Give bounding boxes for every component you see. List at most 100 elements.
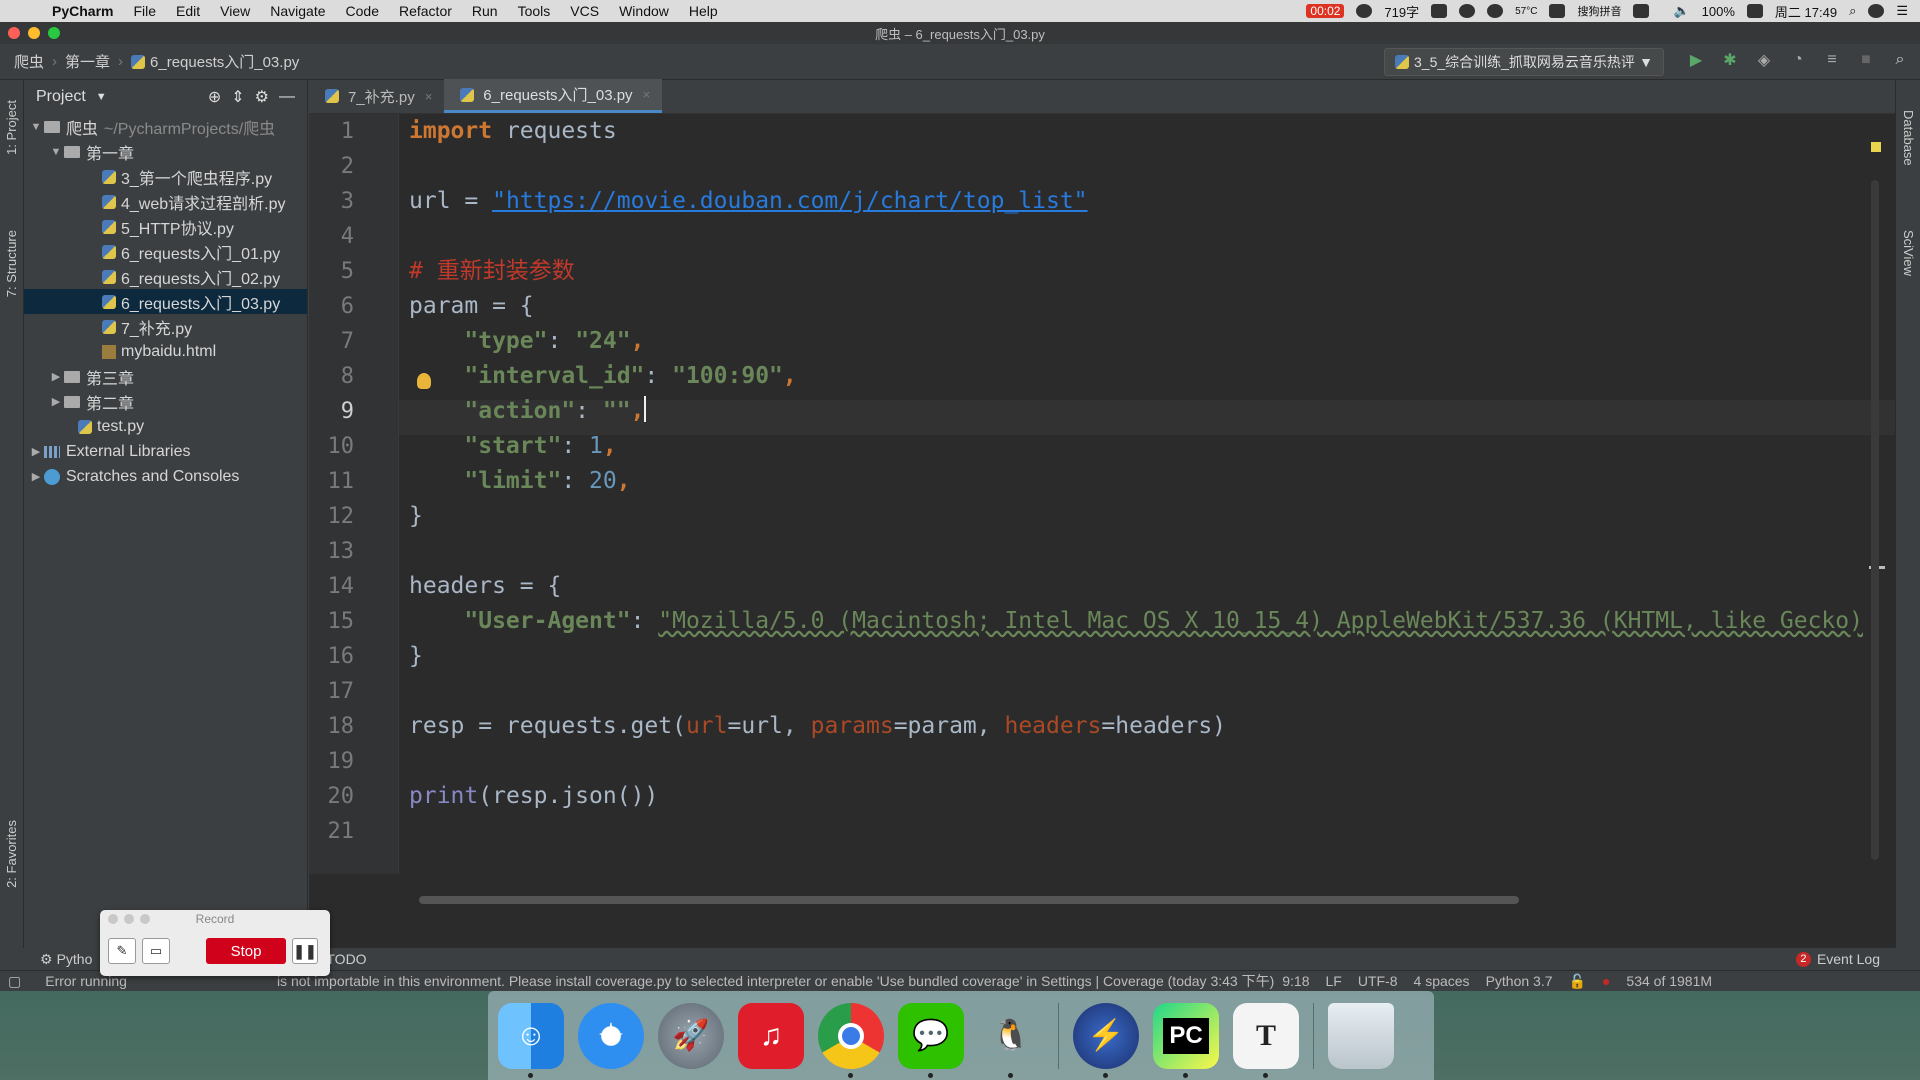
run-configuration-select[interactable]: 3_5_综合训练_抓取网易云音乐热评 ▼ <box>1384 48 1664 76</box>
rectangle-icon[interactable]: ▭ <box>142 938 170 964</box>
tree-file[interactable]: 6_requests入门_02.py <box>24 264 307 289</box>
favorites-tool-tab[interactable]: 2: Favorites <box>4 820 19 888</box>
pen-icon[interactable]: ✎ <box>108 938 136 964</box>
tree-file-selected[interactable]: 6_requests入门_03.py <box>24 289 307 314</box>
coverage-icon[interactable]: ◈ <box>1754 50 1774 70</box>
chrome-icon[interactable] <box>818 1002 884 1078</box>
profile-icon[interactable]: ◔ <box>1788 50 1808 70</box>
wechat-icon[interactable]: 💬 <box>898 1002 964 1078</box>
todo-tab[interactable]: TODO <box>326 951 366 967</box>
vertical-scrollbar[interactable] <box>1871 180 1879 860</box>
input-method[interactable]: 搜狗拼音 <box>1577 3 1621 19</box>
tree-file[interactable]: 4_web请求过程剖析.py <box>24 189 307 214</box>
database-tool-tab[interactable]: Database <box>1901 110 1916 166</box>
clock[interactable]: 周二 17:49 <box>1775 2 1837 21</box>
tree-file[interactable]: mybaidu.html <box>24 339 307 364</box>
grid-icon[interactable] <box>1431 4 1448 18</box>
collapsed-arrow-icon[interactable]: ▶ <box>28 470 44 483</box>
lightning-icon[interactable] <box>1356 4 1373 18</box>
tab-file-6-03[interactable]: 6_requests入门_03.py × <box>444 79 663 113</box>
inspector-icon[interactable]: ● <box>1594 973 1618 989</box>
horizontal-scrollbar[interactable] <box>419 896 1519 904</box>
minimize-window-icon[interactable] <box>28 27 40 39</box>
breadcrumb-project[interactable]: 爬虫 <box>14 51 44 72</box>
memory-indicator[interactable]: 534 of 1981M <box>1618 973 1720 989</box>
qq-icon[interactable]: 🐧 <box>978 1003 1044 1078</box>
hide-panel-icon[interactable]: — <box>279 88 295 106</box>
wechat-icon[interactable] <box>1459 4 1476 18</box>
python-interpreter[interactable]: Python 3.7 <box>1478 973 1561 989</box>
tab-file-7[interactable]: 7_补充.py × <box>309 79 444 113</box>
tree-folder-chapter3[interactable]: ▶ 第三章 <box>24 364 307 389</box>
stop-icon[interactable]: ■ <box>1856 50 1876 70</box>
battery-level[interactable]: 100% <box>1702 4 1735 19</box>
line-separator[interactable]: LF <box>1318 973 1350 989</box>
app-menu[interactable]: PyCharm <box>42 3 123 19</box>
tree-file[interactable]: 5_HTTP协议.py <box>24 214 307 239</box>
collapsed-arrow-icon[interactable]: ▶ <box>48 395 64 408</box>
word-count[interactable]: 719字 <box>1384 2 1419 21</box>
close-tab-icon[interactable]: × <box>425 89 433 104</box>
tree-folder-chapter2[interactable]: ▶ 第二章 <box>24 389 307 414</box>
trash-icon[interactable] <box>1328 1002 1394 1069</box>
reeder-icon[interactable]: ⚡ <box>1073 1002 1139 1078</box>
project-tool-tab[interactable]: 1: Project <box>4 100 19 155</box>
tree-scratches[interactable]: ▶ Scratches and Consoles <box>24 464 307 489</box>
pycharm-icon[interactable]: PC <box>1153 1002 1219 1078</box>
tree-file[interactable]: 6_requests入门_01.py <box>24 239 307 264</box>
indent-setting[interactable]: 4 spaces <box>1406 973 1478 989</box>
tree-folder-chapter1[interactable]: ▼ 第一章 <box>24 139 307 164</box>
collapse-all-icon[interactable]: ⇕ <box>231 87 244 107</box>
record-zoom-icon[interactable] <box>140 914 150 924</box>
siri-icon[interactable] <box>1868 4 1885 18</box>
menu-window[interactable]: Window <box>609 3 679 19</box>
tree-root[interactable]: ▼ 爬虫 ~/PycharmProjects/爬虫 <box>24 114 307 139</box>
sogou-icon[interactable] <box>1549 4 1566 18</box>
project-view-select[interactable]: Project <box>36 88 86 106</box>
typora-icon[interactable]: T <box>1233 1002 1299 1078</box>
gear-icon[interactable]: ⚙ <box>255 87 269 107</box>
netease-music-icon[interactable]: ♫ <box>738 1002 804 1069</box>
sciview-tool-tab[interactable]: SciView <box>1901 230 1916 276</box>
file-encoding[interactable]: UTF-8 <box>1350 973 1406 989</box>
cpu-temp[interactable]: 57°C <box>1515 6 1537 17</box>
run-icon[interactable]: ▶ <box>1686 50 1706 70</box>
volume-icon[interactable]: 🔈 <box>1673 3 1689 19</box>
collapsed-arrow-icon[interactable]: ▶ <box>48 370 64 383</box>
caret-position[interactable]: 9:18 <box>1274 973 1317 989</box>
safari-icon[interactable]: ✦ <box>578 1002 644 1069</box>
keyboard-icon[interactable] <box>1633 4 1650 18</box>
line-number-gutter[interactable]: 1 2 3 4 5 6 7 8 9 10 11 12 13 14 15 16 1… <box>309 114 399 874</box>
launchpad-icon[interactable]: 🚀 <box>658 1002 724 1069</box>
chevron-down-icon[interactable]: ▼ <box>96 91 107 103</box>
stop-record-button[interactable]: Stop <box>206 938 286 964</box>
concurrency-icon[interactable]: ≡ <box>1822 50 1842 70</box>
code-url-link[interactable]: "https://movie.douban.com/j/chart/top_li… <box>492 188 1087 214</box>
spotlight-icon[interactable]: ⌕ <box>1849 3 1856 19</box>
finder-icon[interactable]: ☺ <box>498 1002 564 1078</box>
debug-icon[interactable]: ✱ <box>1720 50 1740 70</box>
structure-tool-tab[interactable]: 7: Structure <box>4 230 19 297</box>
code-area[interactable]: import requests url = "https://movie.dou… <box>409 114 1869 874</box>
tree-file[interactable]: test.py <box>24 414 307 439</box>
expanded-arrow-icon[interactable]: ▼ <box>28 121 44 133</box>
tree-file[interactable]: 3_第一个爬虫程序.py <box>24 164 307 189</box>
menu-help[interactable]: Help <box>679 3 728 19</box>
recording-timer[interactable]: 00:02 <box>1306 4 1345 18</box>
close-window-icon[interactable] <box>8 27 20 39</box>
expanded-arrow-icon[interactable]: ▼ <box>48 146 64 158</box>
menu-view[interactable]: View <box>210 3 260 19</box>
close-tab-icon[interactable]: × <box>643 87 651 102</box>
python-console-tab[interactable]: Pytho <box>57 951 93 967</box>
inspection-warning-icon[interactable] <box>1871 142 1881 152</box>
menu-file[interactable]: File <box>123 3 166 19</box>
menu-code[interactable]: Code <box>336 3 389 19</box>
color-wheel-icon[interactable] <box>1487 4 1504 18</box>
status-toggle-icon[interactable]: ▢ <box>0 973 29 990</box>
menu-refactor[interactable]: Refactor <box>389 3 462 19</box>
collapsed-arrow-icon[interactable]: ▶ <box>28 445 44 458</box>
breadcrumb-folder[interactable]: 第一章 <box>65 51 110 72</box>
pause-icon[interactable]: ❚❚ <box>292 938 318 964</box>
menu-tools[interactable]: Tools <box>508 3 561 19</box>
menu-navigate[interactable]: Navigate <box>260 3 335 19</box>
